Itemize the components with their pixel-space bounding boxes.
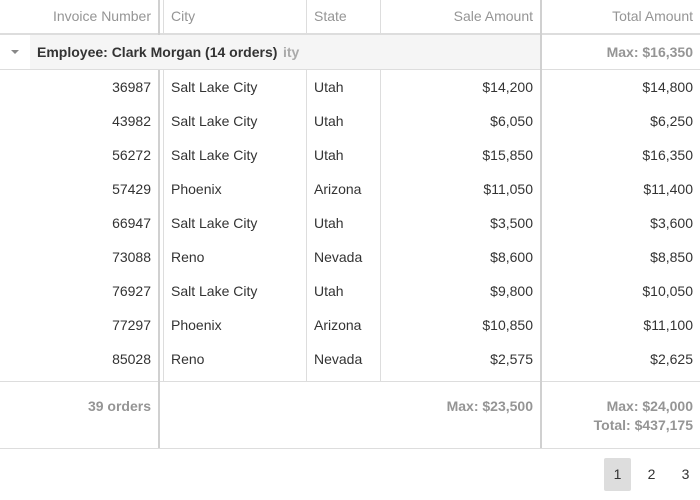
- column-header-sale-amount[interactable]: Sale Amount: [381, 0, 533, 33]
- cell-total-amount: $11,100: [643, 317, 693, 333]
- cell-invoice-number: 73088: [112, 249, 151, 265]
- column-divider: [158, 70, 160, 448]
- cell-total-amount: $11,400: [643, 181, 693, 197]
- cell-sale-amount: $8,600: [490, 249, 533, 265]
- cell-city: Salt Lake City: [171, 147, 258, 163]
- table-row[interactable]: 73088 Reno Nevada $8,600 $8,850: [0, 240, 700, 274]
- summary-orders-count: 39 orders: [87, 398, 151, 414]
- cell-state: Arizona: [314, 317, 362, 333]
- column-divider: [306, 0, 307, 35]
- grid-body: 36987 Salt Lake City Utah $14,200 $14,800 439…: [0, 70, 700, 380]
- caret-down-icon: [11, 50, 19, 54]
- column-header-state[interactable]: State: [314, 0, 376, 33]
- table-row[interactable]: 57429 Phoenix Arizona $11,050 $11,400: [0, 172, 700, 206]
- summary-total-sum: Total: $437,175: [593, 417, 693, 433]
- group-row[interactable]: Employee: Clark Morgan (14 orders) ity M…: [0, 35, 700, 70]
- cell-total-amount: $14,800: [642, 79, 693, 95]
- column-divider: [163, 70, 164, 381]
- cell-city: Reno: [171, 351, 205, 367]
- table-row[interactable]: 77297 Phoenix Arizona $10,850 $11,100: [0, 308, 700, 342]
- cell-invoice-number: 36987: [112, 79, 151, 95]
- cell-sale-amount: $9,800: [490, 283, 533, 299]
- cell-invoice-number: 43982: [112, 113, 151, 129]
- table-row[interactable]: 85028 Reno Nevada $2,575 $2,625: [0, 342, 700, 376]
- cell-invoice-number: 56272: [112, 147, 151, 163]
- cell-city: Salt Lake City: [171, 283, 258, 299]
- page-button-3[interactable]: 3: [672, 458, 699, 491]
- cell-sale-amount: $3,500: [490, 215, 533, 231]
- cell-state: Utah: [314, 283, 344, 299]
- cell-total-amount: $6,250: [650, 113, 693, 129]
- cell-sale-amount: $10,850: [482, 317, 533, 333]
- cell-total-amount: $10,050: [642, 283, 693, 299]
- summary-total-max: Max: $24,000: [606, 398, 693, 414]
- column-divider: [158, 0, 160, 35]
- cell-state: Nevada: [314, 351, 363, 367]
- cell-invoice-number: 85028: [112, 351, 151, 367]
- cell-total-amount: $8,850: [650, 249, 693, 265]
- group-total-max: Max: $16,350: [606, 44, 693, 60]
- column-divider: [306, 70, 307, 381]
- column-divider: [380, 70, 381, 381]
- column-divider: [163, 0, 164, 35]
- cell-state: Utah: [314, 113, 344, 129]
- page-button-2[interactable]: 2: [638, 458, 665, 491]
- pager: 123: [0, 458, 700, 491]
- cell-sale-amount: $2,575: [490, 351, 533, 367]
- column-divider: [380, 0, 381, 35]
- cell-state: Nevada: [314, 249, 363, 265]
- cell-total-amount: $16,350: [642, 147, 693, 163]
- cell-city: Salt Lake City: [171, 113, 258, 129]
- cell-total-amount: $2,625: [650, 351, 693, 367]
- cell-city: Reno: [171, 249, 205, 265]
- cell-city: Salt Lake City: [171, 215, 258, 231]
- cell-city: Salt Lake City: [171, 79, 258, 95]
- grid-header: Invoice Number City State Sale Amount To…: [0, 0, 700, 35]
- cell-city: Phoenix: [171, 181, 222, 197]
- table-row[interactable]: 43982 Salt Lake City Utah $6,050 $6,250: [0, 104, 700, 138]
- table-row[interactable]: 56272 Salt Lake City Utah $15,850 $16,350: [0, 138, 700, 172]
- group-overflow-text: ity: [283, 44, 300, 60]
- cell-invoice-number: 76927: [112, 283, 151, 299]
- table-row[interactable]: 76927 Salt Lake City Utah $9,800 $10,050: [0, 274, 700, 308]
- cell-invoice-number: 77297: [112, 317, 151, 333]
- group-toggle[interactable]: [0, 35, 30, 69]
- cell-state: Utah: [314, 215, 344, 231]
- cell-invoice-number: 57429: [112, 181, 151, 197]
- cell-state: Arizona: [314, 181, 362, 197]
- page-button-1[interactable]: 1: [604, 458, 631, 491]
- data-grid: Invoice Number City State Sale Amount To…: [0, 0, 700, 449]
- cell-sale-amount: $6,050: [490, 113, 533, 129]
- cell-invoice-number: 66947: [112, 215, 151, 231]
- table-row[interactable]: 66947 Salt Lake City Utah $3,500 $3,600: [0, 206, 700, 240]
- column-header-invoice-number[interactable]: Invoice Number: [0, 0, 151, 33]
- grid-summary: 39 orders Max: $23,500 Max: $24,000 Tota…: [0, 381, 700, 449]
- column-divider: [540, 0, 542, 448]
- cell-state: Utah: [314, 79, 344, 95]
- cell-sale-amount: $15,850: [482, 147, 533, 163]
- column-header-total-amount[interactable]: Total Amount: [543, 0, 693, 33]
- group-label: Employee: Clark Morgan (14 orders): [37, 44, 278, 60]
- cell-sale-amount: $11,050: [483, 181, 533, 197]
- cell-total-amount: $3,600: [650, 215, 693, 231]
- cell-city: Phoenix: [171, 317, 222, 333]
- cell-sale-amount: $14,200: [482, 79, 533, 95]
- column-header-city[interactable]: City: [171, 0, 301, 33]
- cell-state: Utah: [314, 147, 344, 163]
- summary-sale-max: Max: $23,500: [446, 398, 533, 414]
- table-row[interactable]: 36987 Salt Lake City Utah $14,200 $14,800: [0, 70, 700, 104]
